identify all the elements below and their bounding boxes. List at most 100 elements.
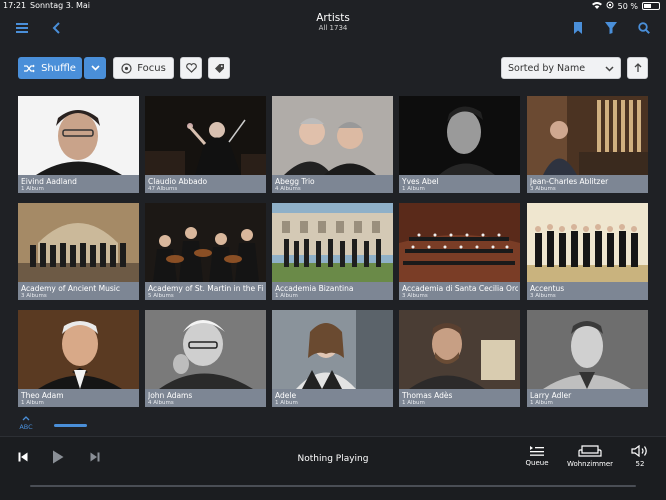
zone-label: Wohnzimmer	[566, 460, 614, 468]
artist-name: Yves Abel	[402, 177, 439, 186]
artist-tile[interactable]: Theo Adam 1 Album	[18, 310, 139, 407]
album-count: 1 Album	[402, 186, 425, 192]
player-bar: Nothing Playing Queue Wohnzimmer 52	[0, 436, 666, 500]
alphabet-index[interactable]: ABC	[17, 416, 35, 431]
album-count: 1 Album	[275, 400, 298, 406]
artist-name: Academy of Ancient Music	[21, 284, 120, 293]
artist-caption: Accentus 3 Albums	[527, 282, 648, 300]
sort-direction-button[interactable]	[627, 57, 648, 79]
artist-photo	[145, 203, 266, 282]
artist-tile[interactable]: Larry Adler 1 Album	[527, 310, 648, 407]
shuffle-button[interactable]: Shuffle	[18, 57, 82, 79]
queue-icon	[529, 445, 545, 456]
status-date: Sonntag 3. Mai	[30, 1, 90, 10]
artist-photo	[399, 96, 520, 175]
artist-caption: Abegg Trio 4 Albums	[272, 175, 393, 193]
album-count: 4 Albums	[275, 186, 301, 192]
album-count: 1 Album	[21, 400, 44, 406]
artist-photo	[18, 310, 139, 389]
queue-label: Queue	[525, 459, 549, 467]
tag-icon	[214, 63, 225, 74]
artist-photo	[527, 96, 648, 175]
artist-tile[interactable]: Abegg Trio 4 Albums	[272, 96, 393, 193]
album-count: 47 Albums	[148, 186, 178, 192]
artist-caption: John Adams 4 Albums	[145, 389, 266, 407]
artist-name: Adele	[275, 391, 297, 400]
artist-tile[interactable]: Thomas Adès 1 Album	[399, 310, 520, 407]
artist-tile[interactable]: Claudio Abbado 47 Albums	[145, 96, 266, 193]
tag-button[interactable]	[208, 57, 230, 79]
album-count: 1 Album	[275, 293, 298, 299]
chevron-down-icon	[605, 64, 614, 75]
artist-photo	[272, 96, 393, 175]
artist-photo	[18, 203, 139, 282]
artist-caption: Accademia Bizantina 1 Album	[272, 282, 393, 300]
hamburger-icon[interactable]	[15, 21, 29, 35]
artist-tile[interactable]: Accentus 3 Albums	[527, 203, 648, 300]
playback-progress[interactable]	[30, 485, 636, 487]
album-count: 3 Albums	[402, 293, 428, 299]
back-chevron-icon[interactable]	[49, 21, 63, 35]
heart-icon	[185, 63, 197, 73]
queue-button[interactable]: Queue	[522, 445, 552, 467]
artist-caption: Theo Adam 1 Album	[18, 389, 139, 407]
toolbar: Shuffle Focus Sorted by Name	[0, 57, 666, 81]
page-indicator[interactable]	[54, 424, 87, 427]
artist-caption: Yves Abel 1 Album	[399, 175, 520, 193]
artist-tile[interactable]: Jean-Charles Ablitzer 3 Albums	[527, 96, 648, 193]
focus-button[interactable]: Focus	[113, 57, 174, 79]
artist-name: Claudio Abbado	[148, 177, 208, 186]
search-icon[interactable]	[637, 21, 651, 35]
artist-caption: Thomas Adès 1 Album	[399, 389, 520, 407]
alphabet-index-label: ABC	[19, 423, 33, 431]
artist-tile[interactable]: Eivind Aadland 1 Album	[18, 96, 139, 193]
chevron-up-icon	[17, 416, 35, 421]
artist-photo	[399, 203, 520, 282]
album-count: 1 Album	[402, 400, 425, 406]
page-subtitle: All 1734	[318, 24, 348, 32]
artist-photo	[272, 310, 393, 389]
focus-label: Focus	[137, 62, 166, 74]
artist-name: Accademia Bizantina	[275, 284, 354, 293]
artist-photo	[145, 96, 266, 175]
artist-tile[interactable]: Academy of Ancient Music 3 Albums	[18, 203, 139, 300]
status-bar: 17:21 Sonntag 3. Mai 50 %	[0, 0, 666, 12]
sofa-icon	[578, 445, 602, 457]
artist-name: Abegg Trio	[275, 177, 315, 186]
speaker-icon	[631, 445, 649, 457]
battery-percent: 50 %	[617, 1, 638, 11]
album-count: 3 Albums	[530, 293, 556, 299]
sort-select[interactable]: Sorted by Name	[501, 57, 621, 79]
artist-caption: Larry Adler 1 Album	[527, 389, 648, 407]
focus-icon	[121, 62, 132, 74]
artist-name: Academy of St. Martin in the Fi	[148, 284, 264, 293]
artist-name: Eivind Aadland	[21, 177, 77, 186]
album-count: 4 Albums	[148, 400, 174, 406]
artist-photo	[527, 203, 648, 282]
artist-grid: Eivind Aadland 1 Album Claudio Abbado 47 Al…	[18, 96, 648, 412]
artist-caption: Jean-Charles Ablitzer 3 Albums	[527, 175, 648, 193]
status-right: 50 %	[591, 1, 660, 11]
bookmark-icon[interactable]	[571, 21, 585, 35]
artist-caption: Eivind Aadland 1 Album	[18, 175, 139, 193]
shuffle-label: Shuffle	[41, 62, 76, 74]
shuffle-options-button[interactable]	[84, 57, 106, 79]
artist-tile[interactable]: Accademia Bizantina 1 Album	[272, 203, 393, 300]
artist-caption: Academy of St. Martin in the Fi 5 Albums	[145, 282, 266, 300]
status-time: 17:21	[3, 1, 27, 10]
artist-tile[interactable]: Accademia di Santa Cecilia Orc 3 Albums	[399, 203, 520, 300]
artist-tile[interactable]: Adele 1 Album	[272, 310, 393, 407]
zone-button[interactable]: Wohnzimmer	[563, 445, 617, 468]
artist-tile[interactable]: Yves Abel 1 Album	[399, 96, 520, 193]
favorite-button[interactable]	[180, 57, 202, 79]
volume-button[interactable]: 52	[628, 445, 652, 468]
artist-tile[interactable]: Academy of St. Martin in the Fi 5 Albums	[145, 203, 266, 300]
artist-name: Thomas Adès	[402, 391, 453, 400]
artist-name: John Adams	[148, 391, 193, 400]
artist-caption: Adele 1 Album	[272, 389, 393, 407]
artist-tile[interactable]: John Adams 4 Albums	[145, 310, 266, 407]
album-count: 1 Album	[21, 186, 44, 192]
filter-icon[interactable]	[604, 21, 618, 35]
artist-caption: Academy of Ancient Music 3 Albums	[18, 282, 139, 300]
album-count: 1 Album	[530, 400, 553, 406]
